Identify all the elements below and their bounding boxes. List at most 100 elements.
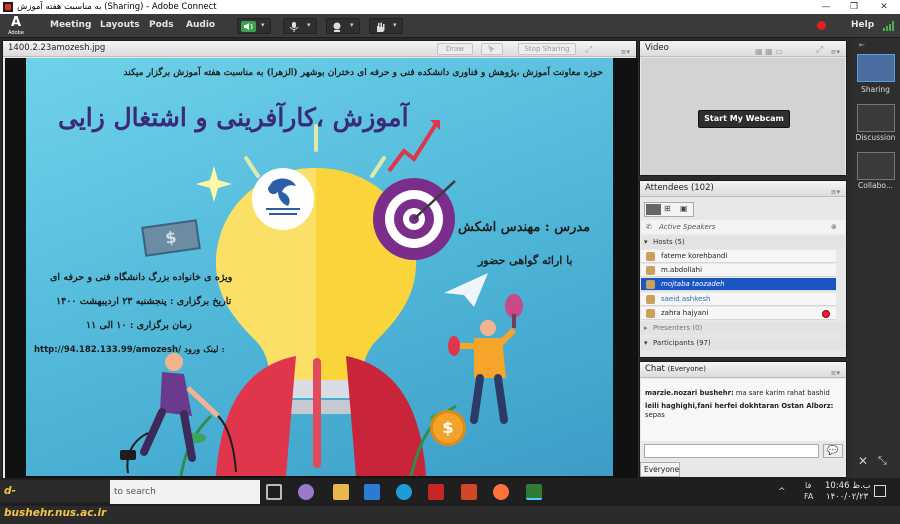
attendee-name: zahra hajyani	[661, 309, 709, 317]
powerpoint-icon[interactable]	[461, 484, 477, 500]
person-with-paddle-illustration	[448, 294, 523, 424]
participants-group[interactable]: ▾ Participants (97)	[641, 337, 845, 350]
task-view-icon[interactable]	[266, 484, 282, 500]
share-pod-title: 1400.2.23amozesh.jpg	[8, 43, 106, 53]
chevron-down-icon: ▾	[644, 238, 648, 246]
browser-icon[interactable]	[298, 484, 314, 500]
share-pod-header: 1400.2.23amozesh.jpg Draw Stop Sharing ⤢…	[3, 41, 636, 57]
close-icon[interactable]: ⊗	[831, 220, 837, 234]
chat-messages: marzie.nozari bushehr: ma sare karim rah…	[641, 379, 845, 441]
raise-hand-icon	[377, 22, 385, 32]
file-explorer-icon[interactable]	[333, 484, 349, 500]
speech-bubble-icon[interactable]: 💬	[823, 444, 843, 458]
chevron-down-icon: ▾	[393, 21, 397, 29]
breakout-view-icon[interactable]: ⊞	[664, 204, 671, 213]
fullscreen-icon[interactable]: ⤢	[816, 43, 823, 58]
mic-active-icon	[822, 310, 830, 318]
chat-sender: marzie.nozari bushehr:	[645, 389, 734, 397]
attendee-view-switcher: ⊞ ▣	[644, 202, 694, 217]
chevron-down-icon: ▾	[644, 339, 648, 347]
chevron-down-icon: ▾	[307, 21, 311, 29]
record-indicator-icon[interactable]	[817, 21, 826, 30]
speaker-toggle[interactable]: ▾	[237, 18, 271, 34]
attendee-row-selected[interactable]: mojtaba taozadeh	[641, 278, 836, 291]
menu-layouts[interactable]: Layouts	[100, 20, 140, 30]
clock-time[interactable]: 10:46 ب.ظ	[825, 481, 871, 491]
presenters-group[interactable]: ▸ Presenters (0)	[641, 322, 845, 335]
pointer-button[interactable]	[481, 43, 503, 55]
collapse-icon[interactable]: ⇤	[859, 41, 865, 49]
fa-label: فا	[805, 481, 812, 490]
menu-help[interactable]: Help	[851, 20, 874, 30]
chat-message: leili haghighi,fani herfei dokhtaran Ost…	[645, 402, 841, 420]
pointer-icon	[488, 45, 495, 53]
taskbar-search-box[interactable]: to search	[110, 480, 260, 504]
layout-sharing[interactable]	[857, 54, 895, 82]
host-avatar-icon	[646, 295, 655, 304]
menu-pods[interactable]: Pods	[149, 20, 174, 30]
hosts-label: Hosts (5)	[653, 238, 685, 246]
raise-hand-toggle[interactable]: ▾	[369, 18, 403, 34]
layout-collaboration[interactable]	[857, 152, 895, 180]
chat-message: marzie.nozari bushehr: ma sare karim rah…	[645, 389, 841, 398]
layout-discussion[interactable]	[857, 104, 895, 132]
university-logo	[252, 168, 314, 230]
attendee-row[interactable]: m.abdollahi	[641, 264, 836, 277]
attendee-name: saeid ashkesh	[661, 295, 711, 303]
attendee-row[interactable]: fateme korehbandi	[641, 250, 836, 263]
slide-audience: ویژه ی خانواده بزرگ دانشگاه فنی و حرفه ا…	[50, 272, 233, 283]
attendee-row[interactable]: zahra hajyani	[641, 307, 836, 320]
language-indicator[interactable]: FA	[804, 492, 813, 501]
firefox-icon[interactable]	[493, 484, 509, 500]
fullscreen-icon[interactable]: ⤡	[878, 454, 887, 468]
draw-button[interactable]: Draw	[437, 43, 473, 55]
attendee-row[interactable]: saeid ashkesh	[641, 293, 836, 306]
chat-input[interactable]	[644, 444, 819, 458]
maximize-button[interactable]: ❐	[840, 0, 868, 14]
chat-pod-header: Chat (Everyone) ≡▾	[640, 362, 846, 378]
minimize-button[interactable]: —	[812, 0, 840, 14]
microphone-icon	[289, 22, 299, 32]
sparkle-icon	[196, 166, 232, 202]
close-button[interactable]: ✕	[870, 0, 898, 14]
host-avatar-icon	[646, 252, 655, 261]
chevron-down-icon: ▾	[261, 21, 265, 29]
list-view-icon[interactable]	[646, 204, 661, 215]
adobe-connect-taskbar-icon[interactable]	[526, 484, 542, 500]
hosts-group[interactable]: ▾ Hosts (5)	[641, 236, 845, 249]
host-avatar-icon	[646, 309, 655, 318]
fullscreen-icon[interactable]: ⤢	[585, 43, 592, 58]
chat-recipient-tab[interactable]: Everyone	[640, 462, 680, 477]
active-speakers-label: Active Speakers	[659, 223, 716, 231]
menu-meeting[interactable]: Meeting	[50, 20, 91, 30]
active-speakers-row: ✆ Active Speakers ⊗	[641, 220, 845, 234]
menu-audio[interactable]: Audio	[186, 20, 215, 30]
watermark-text: d-bushehr.nus.ac.ir	[0, 480, 110, 519]
stop-sharing-button[interactable]: Stop Sharing	[518, 43, 576, 55]
chat-pod-title: Chat	[645, 364, 665, 374]
connection-strength-icon	[883, 21, 894, 31]
chat-scope: (Everyone)	[667, 365, 706, 373]
pod-options-icon[interactable]: ≡▾	[831, 185, 840, 200]
notification-icon[interactable]	[874, 485, 886, 497]
chevron-right-icon: ▸	[644, 324, 648, 332]
webcam-toggle[interactable]: ▾	[326, 18, 360, 34]
start-webcam-button[interactable]: Start My Webcam	[698, 110, 790, 128]
slide-header-text: حوزه معاونت آموزش ،پژوهش و فناوری دانشکد…	[123, 68, 603, 78]
mail-icon[interactable]	[364, 484, 380, 500]
clock-date[interactable]: ۱۴۰۰/۰۲/۲۳	[826, 492, 868, 502]
university-logo-icon	[266, 178, 300, 215]
target-illustration	[373, 178, 456, 260]
microphone-toggle[interactable]: ▾	[283, 18, 317, 34]
slide-time: زمان برگزاری : ۱۰ الی ۱۱	[86, 320, 192, 331]
tray-chevron-icon[interactable]: ^	[778, 487, 786, 497]
grid-view-icon[interactable]: ▦ ▦ ▭	[755, 44, 783, 59]
edge-icon[interactable]	[396, 484, 412, 500]
presenters-label: Presenters (0)	[653, 324, 703, 332]
attendee-name: mojtaba taozadeh	[661, 280, 725, 288]
acrobat-icon[interactable]	[428, 484, 444, 500]
shared-slide-image: حوزه معاونت آموزش ،پژوهش و فناوری دانشکد…	[26, 58, 613, 476]
tools-icon[interactable]: ✕	[858, 454, 868, 468]
status-view-icon[interactable]: ▣	[680, 204, 688, 213]
attendees-pod-header: Attendees (102) ≡▾	[640, 181, 846, 197]
